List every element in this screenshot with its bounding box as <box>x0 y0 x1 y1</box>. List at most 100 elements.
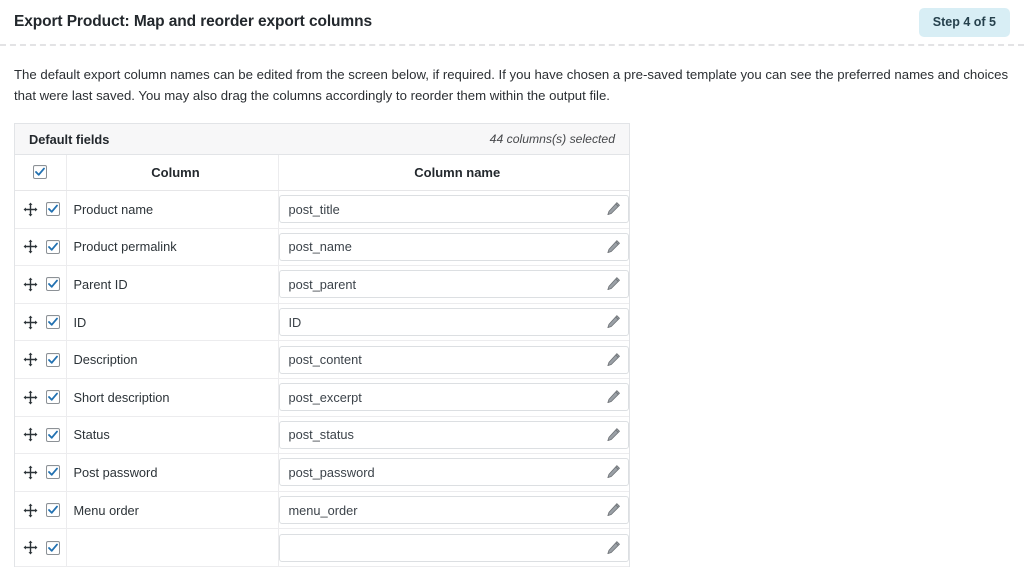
pencil-icon[interactable] <box>606 315 621 330</box>
page-title: Export Product: Map and reorder export c… <box>14 13 372 30</box>
row-label-cell: Post password <box>66 453 279 492</box>
table-row: Post password <box>15 453 629 492</box>
row-checkbox[interactable] <box>45 315 60 330</box>
row-controls-cell <box>15 416 67 455</box>
column-name-input-wrapper[interactable] <box>278 420 629 449</box>
drag-move-icon[interactable] <box>23 427 38 442</box>
drag-move-icon[interactable] <box>23 277 38 292</box>
panel-header: Default fields 44 columns(s) selected <box>15 124 629 155</box>
check-icon <box>47 355 58 364</box>
pencil-icon[interactable] <box>606 390 621 405</box>
pencil-icon[interactable] <box>606 352 621 367</box>
row-label: Parent ID <box>73 276 128 292</box>
selected-count: 44 columns(s) selected <box>489 132 615 146</box>
column-header-cell: Column <box>66 155 279 191</box>
pencil-icon[interactable] <box>606 202 621 217</box>
row-input-cell <box>278 491 629 530</box>
pencil-icon[interactable] <box>606 503 621 518</box>
drag-move-icon[interactable] <box>23 465 38 480</box>
table-row: Status <box>15 416 629 455</box>
column-name-input[interactable] <box>279 421 628 448</box>
drag-move-icon[interactable] <box>23 503 38 518</box>
column-name-input[interactable] <box>279 271 628 298</box>
row-checkbox[interactable] <box>45 352 60 367</box>
pencil-icon[interactable] <box>606 277 621 292</box>
row-label-cell: Description <box>66 340 279 379</box>
row-controls-cell <box>15 491 67 530</box>
row-input-cell <box>278 416 629 455</box>
row-checkbox[interactable] <box>45 503 60 518</box>
select-all-checkbox[interactable] <box>33 164 48 179</box>
row-label-cell: Product permalink <box>66 228 279 267</box>
table-row <box>15 528 629 567</box>
column-name-input[interactable] <box>279 233 628 260</box>
drag-move-icon[interactable] <box>23 390 38 405</box>
column-name-input[interactable] <box>279 534 628 561</box>
column-name-input-wrapper[interactable] <box>278 195 629 224</box>
row-label: Product name <box>73 201 154 217</box>
column-name-input[interactable] <box>279 459 628 486</box>
row-label: Short description <box>73 389 170 405</box>
row-label: Menu order <box>73 502 139 518</box>
column-name-input-wrapper[interactable] <box>278 383 629 412</box>
row-checkbox[interactable] <box>45 239 60 254</box>
select-all-cell <box>15 155 67 191</box>
table-row: Menu order <box>15 491 629 530</box>
row-checkbox[interactable] <box>45 427 60 442</box>
pencil-icon[interactable] <box>606 540 621 555</box>
drag-move-icon[interactable] <box>23 202 38 217</box>
row-label: ID <box>73 314 87 330</box>
row-checkbox[interactable] <box>45 277 60 292</box>
row-controls-cell <box>15 265 67 304</box>
drag-move-icon[interactable] <box>23 239 38 254</box>
table-row: Product name <box>15 190 629 229</box>
row-input-cell <box>278 265 629 304</box>
column-header-label: Column <box>151 165 200 180</box>
column-name-input-wrapper[interactable] <box>278 458 629 487</box>
row-controls-cell <box>15 303 67 342</box>
row-label: Product permalink <box>73 239 177 255</box>
intro-paragraph: The default export column names can be e… <box>14 67 1009 103</box>
check-icon <box>47 505 58 514</box>
drag-move-icon[interactable] <box>23 352 38 367</box>
check-icon <box>47 543 58 552</box>
table-row: Parent ID <box>15 265 629 304</box>
pencil-icon[interactable] <box>606 465 621 480</box>
table-body: Product name post_title Product permalin… <box>15 190 629 567</box>
table-row: Product permalink <box>15 228 629 267</box>
default-fields-panel: Default fields 44 columns(s) selected Co… <box>14 123 630 567</box>
row-checkbox[interactable] <box>45 465 60 480</box>
row-input-cell <box>278 453 629 492</box>
pencil-icon[interactable] <box>606 239 621 254</box>
column-name-input[interactable] <box>279 309 628 336</box>
row-input-cell <box>278 303 629 342</box>
check-icon <box>47 242 58 251</box>
column-name-header-cell: Column name <box>278 155 629 191</box>
column-name-input-wrapper[interactable] <box>278 232 629 261</box>
row-input-cell <box>278 190 629 229</box>
column-name-input[interactable] <box>279 384 628 411</box>
column-name-input-wrapper[interactable] <box>278 496 629 525</box>
check-icon <box>47 430 58 439</box>
column-name-input-wrapper[interactable] <box>278 533 629 562</box>
check-icon <box>47 468 58 477</box>
column-name-input[interactable] <box>279 196 628 223</box>
column-name-input[interactable] <box>279 346 628 373</box>
row-controls-cell <box>15 453 67 492</box>
row-checkbox[interactable] <box>45 540 60 555</box>
row-checkbox[interactable] <box>45 390 60 405</box>
column-name-input[interactable] <box>279 497 628 524</box>
columns-table: Column Column name Product name post_tit… <box>15 155 629 567</box>
row-input-cell <box>278 228 629 267</box>
column-name-input-wrapper[interactable] <box>278 308 629 337</box>
drag-move-icon[interactable] <box>23 540 38 555</box>
drag-move-icon[interactable] <box>23 315 38 330</box>
row-checkbox[interactable] <box>45 202 60 217</box>
row-label-cell: Menu order <box>66 491 279 530</box>
column-name-input-wrapper[interactable] <box>278 345 629 374</box>
check-icon <box>47 317 58 326</box>
row-controls-cell <box>15 528 67 567</box>
pencil-icon[interactable] <box>606 427 621 442</box>
column-name-input-wrapper[interactable] <box>278 270 629 299</box>
table-row: Short description <box>15 378 629 417</box>
